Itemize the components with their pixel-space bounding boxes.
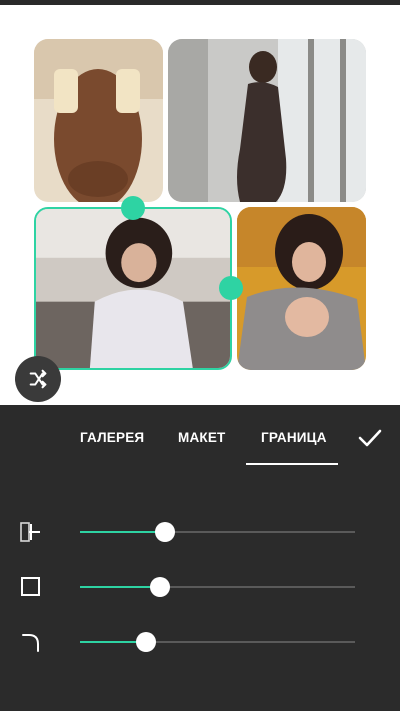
border-width-slider[interactable]	[80, 577, 355, 597]
slider-row-border-width	[0, 572, 400, 602]
photo-cell-bottom-right[interactable]	[237, 207, 366, 370]
slider-fill	[80, 586, 160, 588]
shuffle-icon	[29, 369, 47, 389]
photo-image	[34, 39, 163, 202]
tab-gallery[interactable]: ГАЛЕРЕЯ	[80, 430, 144, 445]
resize-handle-right[interactable]	[219, 276, 243, 300]
square-frame-icon	[21, 577, 40, 596]
checkmark-icon[interactable]	[356, 424, 384, 452]
tab-border[interactable]: ГРАНИЦА	[261, 430, 327, 445]
photo-image	[36, 209, 230, 368]
collage-canvas	[0, 5, 400, 405]
slider-thumb[interactable]	[155, 522, 176, 542]
spacing-icon	[20, 522, 40, 542]
slider-thumb[interactable]	[136, 632, 156, 652]
photo-image	[237, 207, 366, 370]
spacing-slider[interactable]	[80, 522, 355, 542]
photo-cell-bottom-left[interactable]	[34, 207, 232, 370]
photo-image	[168, 39, 366, 202]
corner-radius-slider[interactable]	[80, 632, 355, 652]
slider-row-spacing	[0, 517, 400, 547]
resize-handle-top[interactable]	[121, 196, 145, 220]
editor-panel: ГАЛЕРЕЯ МАКЕТ ГРАНИЦА	[0, 405, 400, 711]
slider-row-corner-radius	[0, 627, 400, 657]
slider-thumb[interactable]	[149, 577, 170, 597]
corner-radius-icon	[22, 634, 39, 652]
shuffle-button[interactable]	[15, 356, 61, 402]
tab-bar: ГАЛЕРЕЯ МАКЕТ ГРАНИЦА	[0, 405, 400, 469]
tab-layout[interactable]: МАКЕТ	[178, 430, 226, 445]
active-tab-indicator	[246, 463, 338, 465]
photo-cell-top-left[interactable]	[34, 39, 163, 202]
photo-cell-top-right[interactable]	[168, 39, 366, 202]
slider-fill	[80, 531, 166, 533]
